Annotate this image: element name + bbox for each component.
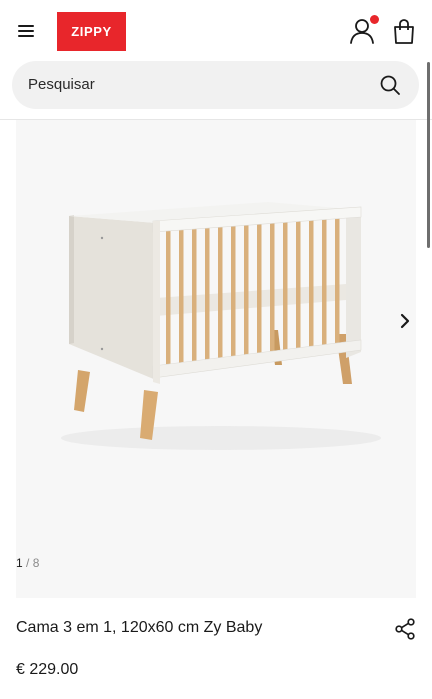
product-image-gallery[interactable]: 1 / 8 (16, 120, 416, 598)
search-placeholder: Pesquisar (28, 76, 95, 93)
gallery-pager: 1 / 8 (16, 556, 39, 570)
chevron-right-icon[interactable] (394, 310, 416, 332)
pager-current: 1 (16, 556, 23, 570)
menu-icon[interactable] (14, 19, 38, 43)
pager-total: 8 (32, 556, 40, 570)
logo-text: ZIPPY (71, 24, 112, 39)
search-input[interactable]: Pesquisar (12, 61, 419, 109)
share-icon[interactable] (393, 617, 417, 641)
search-icon[interactable] (379, 74, 401, 96)
notification-badge (370, 15, 379, 24)
product-title: Cama 3 em 1, 120x60 cm Zy Baby (16, 619, 263, 636)
pager-separator: / (26, 556, 30, 570)
product-price: € 229.00 (16, 661, 79, 678)
product-image-crib (61, 202, 381, 450)
bag-icon[interactable] (390, 18, 418, 46)
header: ZIPPY (0, 0, 432, 62)
logo[interactable]: ZIPPY (57, 12, 126, 51)
scrollbar[interactable] (427, 62, 430, 248)
